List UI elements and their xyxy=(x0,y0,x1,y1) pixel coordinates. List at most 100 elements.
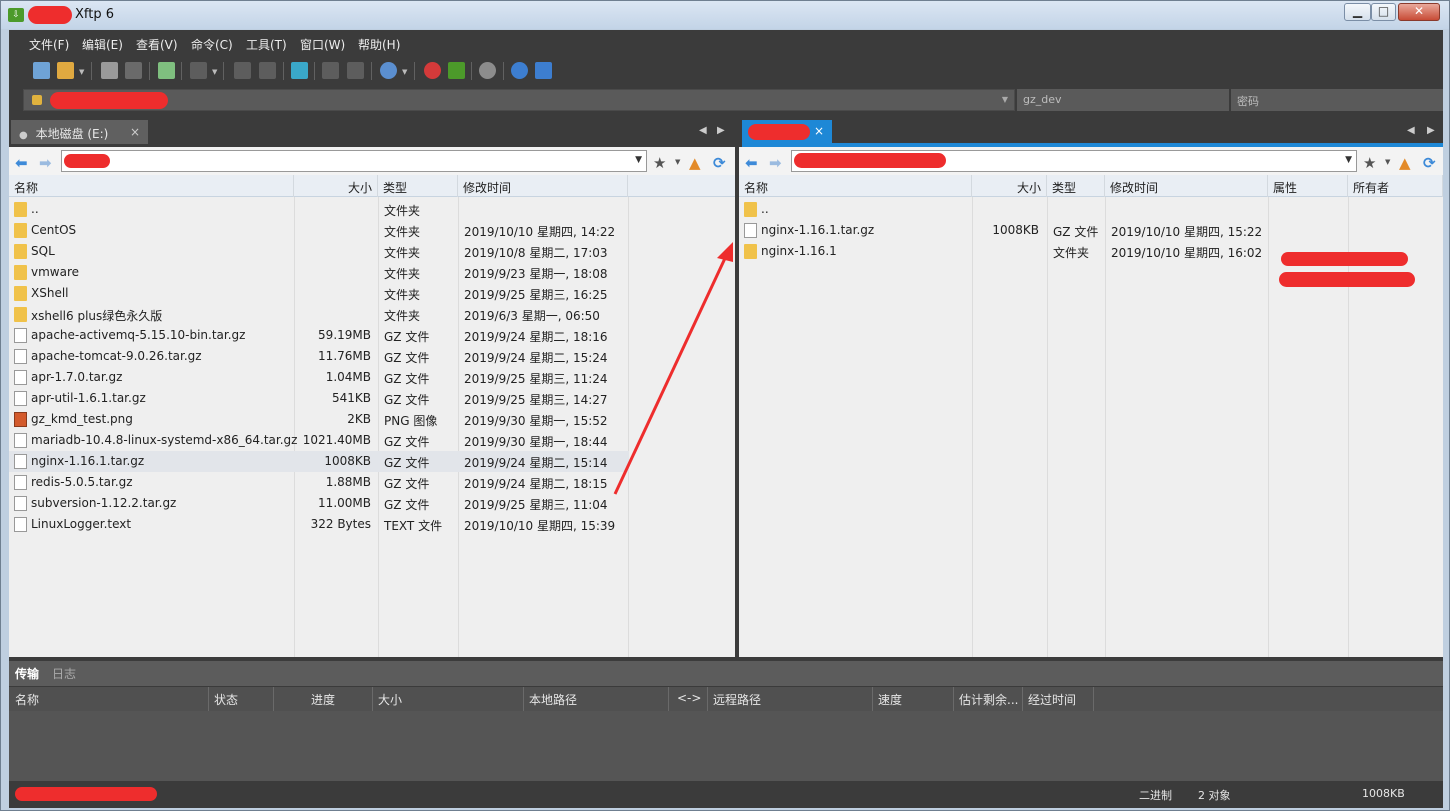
local-row[interactable]: CentOS 文件夹 2019/10/10 星期四, 14:22 xyxy=(9,220,629,241)
local-row[interactable]: apache-activemq-5.15.10-bin.tar.gz 59.19M… xyxy=(9,325,629,346)
column-size[interactable]: 大小 xyxy=(294,175,378,197)
new-tab-icon[interactable] xyxy=(158,62,175,79)
close-button[interactable]: ✕ xyxy=(1398,3,1440,21)
column-local-path[interactable]: 本地路径 xyxy=(529,691,577,708)
column-name[interactable]: 名称 xyxy=(15,691,39,708)
chevron-down-icon[interactable]: ▼ xyxy=(79,68,84,76)
star-icon[interactable]: ★ xyxy=(1363,154,1376,172)
column-remote-path[interactable]: 远程路径 xyxy=(713,691,761,708)
column-type[interactable]: 类型 xyxy=(1047,175,1105,197)
column-type[interactable]: 类型 xyxy=(378,175,458,197)
local-row[interactable]: gz_kmd_test.png 2KB PNG 图像 2019/9/30 星期一, 1… xyxy=(9,409,629,430)
column-speed[interactable]: 速度 xyxy=(878,691,902,708)
chevron-down-icon[interactable]: ▼ xyxy=(635,155,642,165)
column-status[interactable]: 状态 xyxy=(214,691,238,708)
queue-icon[interactable] xyxy=(347,62,364,79)
tab-prev-icon[interactable]: ◀ xyxy=(699,125,707,136)
terminal-icon[interactable] xyxy=(190,62,207,79)
chevron-down-icon[interactable]: ▼ xyxy=(402,68,407,76)
local-row[interactable]: SQL 文件夹 2019/10/8 星期二, 17:03 xyxy=(9,241,629,262)
xftp-icon[interactable] xyxy=(448,62,465,79)
settings-icon[interactable] xyxy=(479,62,496,79)
local-row[interactable]: mariadb-10.4.8-linux-systemd-x86_64.tar.… xyxy=(9,430,629,451)
column-size[interactable]: 大小 xyxy=(378,691,402,708)
close-icon[interactable]: × xyxy=(130,125,140,139)
tab-prev-icon[interactable]: ◀ xyxy=(1407,125,1415,136)
column-size[interactable]: 大小 xyxy=(972,175,1047,197)
help-icon[interactable] xyxy=(511,62,528,79)
menu-window[interactable]: 窗口(W) xyxy=(300,36,345,53)
tab-next-icon[interactable]: ▶ xyxy=(717,125,725,136)
column-attributes[interactable]: 属性 xyxy=(1268,175,1348,197)
local-row[interactable]: LinuxLogger.text 322 Bytes TEXT 文件 2019/10/… xyxy=(9,514,629,535)
tab-remote-session[interactable]: × xyxy=(742,120,832,144)
remote-row[interactable]: nginx-1.16.1.tar.gz 1008KB GZ 文件 2019/10/10… xyxy=(739,220,1443,241)
local-row[interactable]: .. 文件夹 xyxy=(9,199,629,220)
close-icon[interactable]: × xyxy=(814,124,824,138)
local-row[interactable]: redis-5.0.5.tar.gz 1.88MB GZ 文件 2019/9/24 星… xyxy=(9,472,629,493)
tab-local-disk[interactable]: ● 本地磁盘 (E:) × xyxy=(11,120,148,144)
local-row[interactable]: xshell6 plus绿色永久版 文件夹 2019/6/3 星期一, 06:50 xyxy=(9,304,629,325)
chat-icon[interactable] xyxy=(535,62,552,79)
paste-icon[interactable] xyxy=(259,62,276,79)
tab-transfer[interactable]: 传输 xyxy=(15,665,39,682)
disconnect-icon[interactable] xyxy=(125,62,142,79)
column-eta[interactable]: 估计剩余... xyxy=(959,691,1018,708)
password-field[interactable]: 密码 xyxy=(1231,89,1443,111)
globe-icon[interactable] xyxy=(380,62,397,79)
chevron-down-icon[interactable]: ▼ xyxy=(1385,158,1390,166)
cell-type: GZ 文件 xyxy=(384,351,430,365)
chevron-down-icon[interactable]: ▼ xyxy=(675,158,680,166)
local-row[interactable]: apr-1.7.0.tar.gz 1.04MB GZ 文件 2019/9/25 星期三… xyxy=(9,367,629,388)
column-mtime[interactable]: 修改时间 xyxy=(1105,175,1268,197)
chevron-down-icon[interactable]: ▼ xyxy=(212,68,217,76)
connect-icon[interactable] xyxy=(101,62,118,79)
menu-file[interactable]: 文件(F) xyxy=(29,36,69,53)
column-mtime[interactable]: 修改时间 xyxy=(458,175,628,197)
local-row[interactable]: vmware 文件夹 2019/9/23 星期一, 18:08 xyxy=(9,262,629,283)
username-field[interactable]: gz_dev xyxy=(1017,89,1229,111)
xshell-icon[interactable] xyxy=(424,62,441,79)
star-icon[interactable]: ★ xyxy=(653,154,666,172)
local-row[interactable]: subversion-1.12.2.tar.gz 11.00MB GZ 文件 2019… xyxy=(9,493,629,514)
new-session-icon[interactable] xyxy=(33,62,50,79)
minimize-button[interactable]: ▁ xyxy=(1344,3,1371,21)
cell-mtime: 2019/10/10 星期四, 16:02 xyxy=(1111,246,1263,260)
column-elapsed[interactable]: 经过时间 xyxy=(1028,691,1076,708)
tab-next-icon[interactable]: ▶ xyxy=(1427,125,1435,136)
host-field[interactable]: ▼ xyxy=(23,89,1015,111)
menu-edit[interactable]: 编辑(E) xyxy=(82,36,123,53)
chevron-down-icon[interactable]: ▼ xyxy=(1345,155,1352,165)
maximize-button[interactable]: □ xyxy=(1371,3,1396,21)
local-row[interactable]: apache-tomcat-9.0.26.tar.gz 11.76MB GZ 文件 2… xyxy=(9,346,629,367)
remote-path-input[interactable]: ▼ xyxy=(791,150,1357,172)
column-owner[interactable]: 所有者 xyxy=(1348,175,1443,197)
chevron-down-icon[interactable]: ▼ xyxy=(1002,95,1008,104)
local-row[interactable]: apr-util-1.6.1.tar.gz 541KB GZ 文件 2019/9/25… xyxy=(9,388,629,409)
local-row[interactable]: nginx-1.16.1.tar.gz 1008KB GZ 文件 2019/9/24 … xyxy=(9,451,629,472)
menu-tools[interactable]: 工具(T) xyxy=(246,36,287,53)
menu-view[interactable]: 查看(V) xyxy=(136,36,178,53)
refresh-icon[interactable]: ⟳ xyxy=(1423,154,1436,172)
forward-arrow-icon[interactable]: ➡ xyxy=(769,154,782,172)
upload-folder-icon[interactable]: ▲ xyxy=(689,154,701,172)
cell-name: nginx-1.16.1 xyxy=(761,244,837,258)
menu-help[interactable]: 帮助(H) xyxy=(358,36,400,53)
annotation-arrow xyxy=(613,242,733,495)
column-progress[interactable]: 进度 xyxy=(311,691,335,708)
tab-log[interactable]: 日志 xyxy=(52,665,76,682)
menu-command[interactable]: 命令(C) xyxy=(191,36,233,53)
copy-icon[interactable] xyxy=(234,62,251,79)
transfer-icon[interactable] xyxy=(291,62,308,79)
open-folder-icon[interactable] xyxy=(57,62,74,79)
column-direction[interactable]: <-> xyxy=(677,691,701,705)
refresh-icon[interactable]: ⟳ xyxy=(713,154,726,172)
back-arrow-icon[interactable]: ⬅ xyxy=(15,154,28,172)
local-row[interactable]: XShell 文件夹 2019/9/25 星期三, 16:25 xyxy=(9,283,629,304)
remote-row[interactable]: .. xyxy=(739,199,1443,220)
stop-icon[interactable] xyxy=(322,62,339,79)
upload-folder-icon[interactable]: ▲ xyxy=(1399,154,1411,172)
local-path-input[interactable]: ▼ xyxy=(61,150,647,172)
back-arrow-icon[interactable]: ⬅ xyxy=(745,154,758,172)
forward-arrow-icon[interactable]: ➡ xyxy=(39,154,52,172)
